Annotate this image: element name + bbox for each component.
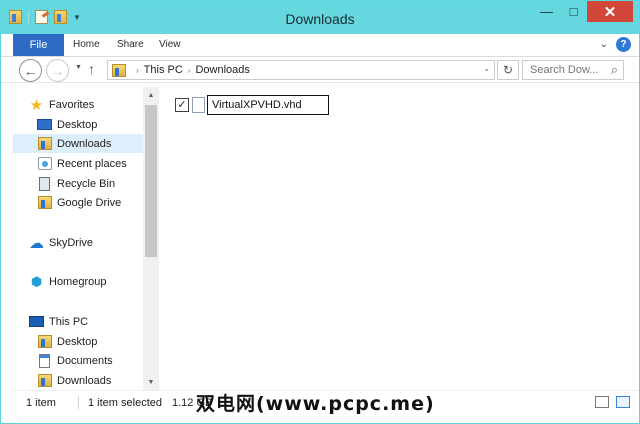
watermark: 双电网(www.pcpc.me): [196, 393, 435, 415]
sidebar-item-label: Favorites: [49, 98, 95, 111]
window-controls: — □ ✕: [533, 1, 633, 22]
minimize-button[interactable]: —: [533, 1, 560, 22]
recent-places-icon: [37, 157, 52, 170]
ribbon: File Home Share View ⌄ ?: [1, 34, 639, 57]
sidebar-item-label: Downloads: [57, 137, 112, 150]
tab-share[interactable]: Share: [117, 39, 144, 50]
sidebar-item-desktop[interactable]: Desktop: [37, 115, 97, 134]
file-icon: [192, 97, 205, 113]
sidebar-item-label: Recycle Bin: [57, 177, 116, 190]
file-row[interactable]: ✓ VirtualXPVHD.vhd: [175, 95, 329, 115]
file-checkbox[interactable]: ✓: [175, 98, 189, 112]
scroll-thumb[interactable]: [145, 105, 157, 257]
sidebar-item-label: Homegroup: [49, 275, 107, 288]
maximize-button[interactable]: □: [560, 1, 587, 22]
breadcrumb-this-pc[interactable]: This PC: [144, 64, 183, 76]
sidebar-item-label: Documents: [57, 354, 113, 367]
sidebar-item-this-pc[interactable]: This PC: [29, 312, 88, 331]
tab-file[interactable]: File: [13, 34, 64, 56]
sidebar-item-downloads-selected[interactable]: Downloads: [13, 134, 143, 153]
sidebar-item-google-drive[interactable]: Google Drive: [37, 193, 121, 212]
sidebar-item-favorites[interactable]: ★ Favorites: [29, 95, 94, 114]
breadcrumb-downloads[interactable]: Downloads: [195, 64, 249, 76]
sidebar-item-label: Desktop: [57, 335, 98, 348]
sidebar-item-label: Downloads: [57, 374, 112, 387]
downloads-folder-icon: [37, 374, 52, 387]
scroll-down-icon[interactable]: ▼: [143, 374, 159, 390]
computer-icon: [29, 315, 44, 328]
help-icon[interactable]: ?: [616, 37, 631, 52]
tab-view[interactable]: View: [159, 39, 181, 50]
breadcrumb-separator-icon: ›: [136, 65, 139, 75]
sidebar-item-recent-places[interactable]: Recent places: [37, 154, 127, 173]
address-dropdown-button[interactable]: ⌄: [483, 64, 490, 73]
file-list: ✓ VirtualXPVHD.vhd: [160, 87, 639, 390]
sidebar-scrollbar[interactable]: ▲ ▼: [143, 87, 159, 390]
star-icon: ★: [29, 96, 44, 114]
sidebar-item-skydrive[interactable]: ☁ SkyDrive: [29, 233, 93, 252]
recycle-bin-icon: [37, 176, 52, 191]
details-view-icon[interactable]: [595, 396, 609, 408]
view-toggle: [595, 396, 630, 408]
close-button[interactable]: ✕: [587, 1, 633, 22]
desktop-folder-icon: [37, 335, 52, 348]
cloud-icon: ☁: [29, 234, 44, 252]
scroll-up-icon[interactable]: ▲: [143, 87, 159, 103]
google-drive-folder-icon: [37, 196, 52, 209]
rename-field[interactable]: VirtualXPVHD.vhd: [207, 95, 329, 115]
folder-icon: [111, 63, 126, 77]
large-icons-view-icon[interactable]: [616, 396, 630, 408]
desktop-icon: [37, 118, 52, 131]
navigation-pane: ★ Favorites Desktop Downloads Recent pla…: [13, 87, 159, 390]
up-button[interactable]: ↑: [88, 61, 95, 77]
item-count: 1 item: [26, 397, 56, 409]
search-input[interactable]: [530, 64, 605, 76]
sidebar-item-label: SkyDrive: [49, 236, 94, 249]
recent-locations-button[interactable]: ▼: [75, 64, 82, 71]
breadcrumb-separator-icon: ›: [187, 65, 191, 75]
navigation-bar: ← → ▼ ↑ › This PC › Downloads ⌄ ↻ ⌕: [1, 58, 639, 83]
file-explorer-window: ▼ Downloads — □ ✕ File Home Share View ⌄…: [0, 0, 640, 424]
sidebar-item-label: Recent places: [57, 157, 127, 170]
sidebar-item-pc-desktop[interactable]: Desktop: [37, 332, 97, 351]
search-box[interactable]: ⌕: [522, 60, 624, 80]
expand-ribbon-icon[interactable]: ⌄: [600, 39, 608, 50]
status-divider: [78, 396, 79, 409]
sidebar-item-homegroup[interactable]: ⬢ Homegroup: [29, 272, 107, 291]
back-button[interactable]: ←: [19, 59, 42, 82]
documents-icon: [37, 353, 52, 368]
sidebar-item-documents[interactable]: Documents: [37, 351, 113, 370]
sidebar-item-label: Desktop: [57, 118, 98, 131]
refresh-button[interactable]: ↻: [497, 60, 519, 80]
sidebar-item-recycle-bin[interactable]: Recycle Bin: [37, 174, 115, 193]
address-bar[interactable]: › This PC › Downloads ⌄: [107, 60, 495, 80]
ribbon-controls: ⌄ ?: [600, 37, 631, 52]
forward-button[interactable]: →: [46, 59, 69, 82]
sidebar-item-label: This PC: [49, 315, 89, 328]
search-icon[interactable]: ⌕: [611, 62, 618, 78]
sidebar-item-label: Google Drive: [57, 196, 122, 209]
selected-count: 1 item selected: [88, 397, 162, 409]
title-bar: ▼ Downloads — □ ✕: [1, 1, 639, 34]
homegroup-icon: ⬢: [30, 273, 43, 289]
downloads-folder-icon: [37, 137, 52, 150]
sidebar-item-pc-downloads[interactable]: Downloads: [37, 371, 111, 390]
tab-home[interactable]: Home: [73, 39, 100, 50]
